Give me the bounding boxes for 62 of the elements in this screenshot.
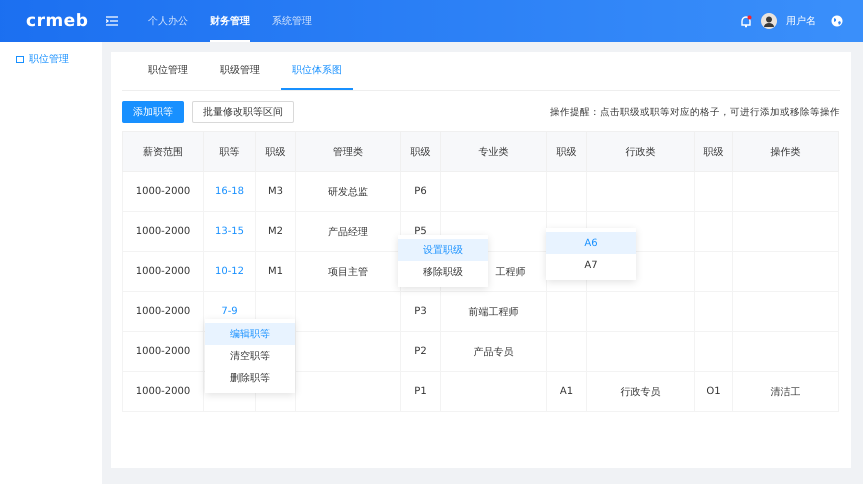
tab[interactable]: 职位管理 bbox=[138, 52, 199, 90]
table-cell: O1 bbox=[706, 386, 721, 397]
grade-link[interactable]: 16-18 bbox=[214, 186, 244, 197]
table-cell: 项目主管 bbox=[328, 266, 368, 278]
bell-icon[interactable] bbox=[740, 14, 752, 28]
nav-item[interactable]: 财务管理 bbox=[210, 0, 250, 42]
column-header: 职级 bbox=[400, 132, 440, 172]
tab[interactable]: 职位体系图 bbox=[281, 52, 353, 90]
menu-item[interactable]: 编辑职等 bbox=[205, 323, 295, 345]
menu-item[interactable]: 设置职级 bbox=[398, 239, 488, 261]
nav-item[interactable]: 系统管理 bbox=[272, 0, 312, 42]
window-icon bbox=[16, 56, 24, 62]
table-cell: M1 bbox=[268, 266, 283, 277]
table-cell: 行政专员 bbox=[620, 386, 660, 398]
menu-item[interactable]: 移除职级 bbox=[398, 261, 488, 283]
table-cell: M3 bbox=[268, 186, 283, 197]
column-header: 管理类 bbox=[296, 132, 400, 172]
hint-text: 操作提醒：点击职级或职等对应的格子，可进行添加或移除等操作 bbox=[550, 106, 840, 118]
table-cell: 1000-2000 bbox=[136, 386, 190, 397]
column-header: 薪资范围 bbox=[122, 132, 204, 172]
column-header: 职级 bbox=[546, 132, 586, 172]
menu-icon[interactable] bbox=[106, 16, 118, 26]
menu-item[interactable]: A7 bbox=[546, 254, 636, 276]
column-header: 行政类 bbox=[586, 132, 694, 172]
globe-icon[interactable] bbox=[831, 15, 843, 27]
grade-link[interactable]: 7-9 bbox=[221, 306, 238, 317]
logo: crmeb bbox=[26, 11, 90, 31]
avatar[interactable] bbox=[761, 13, 777, 29]
table-cell: 产品经理 bbox=[328, 226, 368, 238]
column-header: 专业类 bbox=[440, 132, 546, 172]
batch-edit-button[interactable]: 批量修改职等区间 bbox=[192, 101, 294, 123]
column-header: 操作类 bbox=[732, 132, 838, 172]
table-cell: 1000-2000 bbox=[136, 346, 190, 357]
column-header: 职等 bbox=[204, 132, 256, 172]
table-cell-text: 工程师 bbox=[494, 266, 526, 278]
table-cell: P3 bbox=[414, 306, 427, 317]
table-cell: M2 bbox=[268, 226, 283, 237]
grade-link[interactable]: 13-15 bbox=[214, 226, 244, 237]
table-cell: 前端工程师 bbox=[468, 306, 518, 318]
table-cell: P5 bbox=[414, 226, 427, 237]
table-cell: P6 bbox=[414, 186, 427, 197]
sidebar-item[interactable]: 职位管理 bbox=[0, 52, 102, 66]
column-header: 职级 bbox=[694, 132, 732, 172]
table-cell: 研发总监 bbox=[328, 186, 368, 198]
table-cell: P1 bbox=[414, 386, 427, 397]
nav-item[interactable]: 个人办公 bbox=[148, 0, 188, 42]
table-cell: P2 bbox=[414, 346, 427, 357]
table-cell: 清洁工 bbox=[770, 386, 800, 398]
menu-item[interactable]: 清空职等 bbox=[205, 345, 295, 367]
table-cell: 1000-2000 bbox=[136, 266, 190, 277]
table-cell: 1000-2000 bbox=[136, 306, 190, 317]
table-cell: 1000-2000 bbox=[136, 226, 190, 237]
add-button[interactable]: 添加职等 bbox=[122, 101, 184, 123]
tab[interactable]: 职级管理 bbox=[209, 52, 271, 90]
grade-link[interactable]: 10-12 bbox=[214, 266, 244, 277]
table-cell: A1 bbox=[560, 386, 574, 397]
menu-item[interactable]: A6 bbox=[546, 232, 636, 254]
menu-item[interactable]: 删除职等 bbox=[205, 367, 295, 389]
user-name[interactable]: 用户名 bbox=[786, 14, 816, 28]
table-cell: 产品专员 bbox=[474, 346, 514, 358]
column-header: 职级 bbox=[256, 132, 296, 172]
table-cell: 1000-2000 bbox=[136, 186, 190, 197]
